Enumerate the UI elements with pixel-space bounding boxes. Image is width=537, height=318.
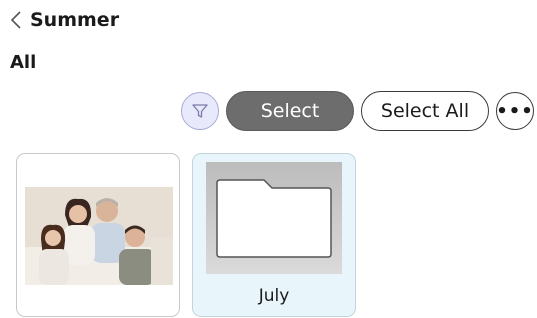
folder-thumbnail: [206, 162, 342, 274]
toolbar: Select Select All •••: [181, 91, 534, 131]
chevron-left-icon[interactable]: [10, 10, 22, 30]
page-title: Summer: [30, 9, 120, 31]
select-all-button[interactable]: Select All: [361, 91, 489, 131]
funnel-icon: [192, 104, 208, 118]
folder-icon: [216, 179, 332, 258]
album-view: Summer All Select Select All ••• July: [0, 0, 537, 318]
ellipsis-icon: •••: [496, 100, 534, 122]
photo-tile[interactable]: [16, 153, 180, 317]
folder-name: July: [258, 286, 290, 306]
folder-tile[interactable]: July: [192, 153, 356, 317]
filter-label: All: [10, 52, 37, 73]
family-photo-thumbnail: [25, 187, 173, 285]
breadcrumb: Summer: [10, 6, 119, 34]
select-button[interactable]: Select: [226, 91, 354, 131]
more-options-button[interactable]: •••: [496, 92, 534, 130]
filter-button[interactable]: [181, 92, 219, 130]
item-grid: July: [16, 153, 356, 317]
